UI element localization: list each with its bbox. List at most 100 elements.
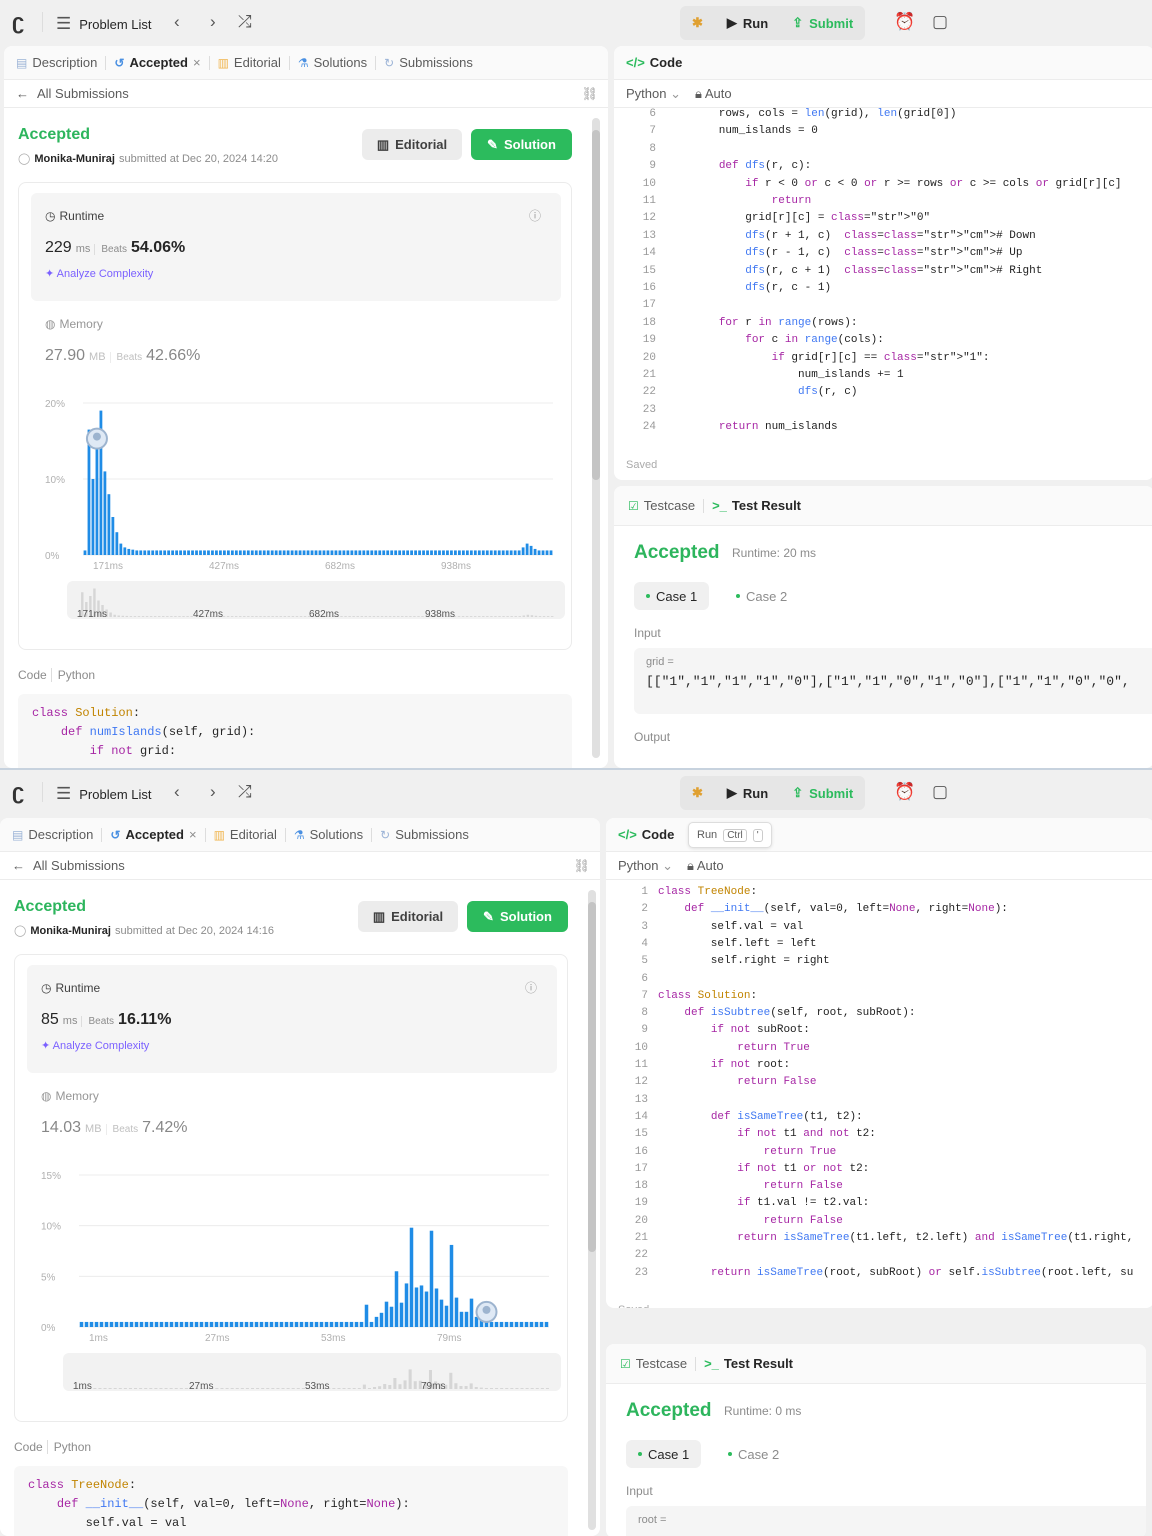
all-submissions-link[interactable]: ← All Submissions ⛓	[4, 80, 608, 108]
next-problem-chevron-icon[interactable]: ›	[210, 782, 216, 802]
histogram-bar[interactable]	[464, 1311, 469, 1327]
histogram-bar[interactable]	[354, 1321, 359, 1327]
histogram-bar[interactable]	[199, 1321, 204, 1327]
case-1-tab[interactable]: Case 1	[634, 582, 710, 610]
histogram-bar[interactable]	[219, 550, 222, 555]
left-scrollbar[interactable]	[588, 890, 596, 1530]
histogram-bar[interactable]	[539, 1321, 544, 1327]
histogram-bar[interactable]	[354, 550, 358, 555]
histogram-bar[interactable]	[334, 550, 338, 555]
histogram-bar[interactable]	[442, 550, 445, 555]
histogram-bar[interactable]	[529, 1321, 534, 1327]
histogram-bar[interactable]	[489, 1321, 494, 1327]
shuffle-icon[interactable]: ⤮	[238, 12, 252, 32]
histogram-bar[interactable]	[223, 550, 226, 555]
histogram-bar[interactable]	[234, 1321, 239, 1327]
histogram-bar[interactable]	[154, 1321, 159, 1327]
histogram-bar[interactable]	[79, 1321, 84, 1327]
histogram-bar[interactable]	[426, 550, 429, 555]
shuffle-icon[interactable]: ⤮	[238, 782, 252, 802]
histogram-bar[interactable]	[524, 1321, 529, 1327]
submitted-code[interactable]: class Solution: def numIslands(self, gri…	[18, 694, 572, 768]
histogram-bar[interactable]	[139, 550, 143, 555]
histogram-bar[interactable]	[461, 550, 465, 555]
histogram-bar[interactable]	[194, 1321, 199, 1327]
histogram-bar[interactable]	[114, 1321, 119, 1327]
histogram-bar[interactable]	[398, 550, 402, 555]
histogram-bar[interactable]	[207, 550, 210, 555]
tab-solutions[interactable]: ⚗ Solutions	[294, 827, 363, 842]
histogram-bar[interactable]	[89, 1321, 94, 1327]
tab-accepted[interactable]: ↺ Accepted ×	[114, 55, 200, 70]
histogram-bar[interactable]	[290, 550, 294, 555]
histogram-bar[interactable]	[386, 550, 390, 555]
username[interactable]: Monika-Muniraj	[34, 153, 115, 165]
histogram-bar[interactable]	[259, 1321, 264, 1327]
prev-problem-chevron-icon[interactable]: ‹	[174, 782, 180, 802]
avatar[interactable]: ◯	[18, 152, 30, 165]
histogram-bar[interactable]	[342, 550, 346, 555]
histogram-bar[interactable]	[434, 1288, 439, 1327]
alarm-clock-icon[interactable]: ⏰	[894, 12, 915, 32]
tab-editorial[interactable]: ▥ Editorial	[214, 827, 277, 842]
histogram-bar[interactable]	[384, 1301, 389, 1327]
histogram-bar[interactable]	[94, 1321, 99, 1327]
case-2-tab[interactable]: Case 2	[724, 582, 799, 610]
case-1-tab[interactable]: Case 1	[626, 1440, 702, 1468]
histogram-bar[interactable]	[529, 545, 533, 555]
editorial-button[interactable]: ▥ Editorial	[362, 129, 462, 160]
tab-testcase[interactable]: ☑ Testcase	[620, 1356, 687, 1371]
histogram-bar[interactable]	[549, 550, 553, 555]
histogram-bar[interactable]	[151, 550, 155, 555]
histogram-bar[interactable]	[366, 550, 370, 555]
leetcode-logo-icon[interactable]: ʗ	[12, 9, 24, 35]
histogram-bar[interactable]	[537, 550, 541, 555]
histogram-bar[interactable]	[409, 1227, 414, 1327]
histogram-bar[interactable]	[155, 550, 159, 555]
histogram-bar[interactable]	[374, 1316, 379, 1327]
histogram-bar[interactable]	[326, 550, 330, 555]
histogram-bar[interactable]	[203, 550, 206, 555]
histogram-bar[interactable]	[171, 550, 175, 555]
histogram-bar[interactable]	[359, 1321, 364, 1327]
username[interactable]: Monika-Muniraj	[30, 925, 111, 937]
next-problem-chevron-icon[interactable]: ›	[210, 12, 216, 32]
debug-icon[interactable]: ✱	[680, 776, 715, 810]
problem-list-button[interactable]: ☰ Problem List	[56, 784, 152, 804]
histogram-bar[interactable]	[119, 543, 123, 555]
histogram-bar[interactable]	[544, 1321, 549, 1327]
histogram-bar[interactable]	[238, 550, 242, 555]
histogram-bar[interactable]	[278, 550, 282, 555]
histogram-bar[interactable]	[289, 1321, 294, 1327]
histogram-bar[interactable]	[389, 1306, 394, 1327]
auto-indent-toggle[interactable]: 🔒︎ Auto	[695, 86, 732, 102]
histogram-bar[interactable]	[164, 1321, 169, 1327]
histogram-bar[interactable]	[230, 550, 234, 555]
histogram-bar[interactable]	[344, 1321, 349, 1327]
histogram-bar[interactable]	[264, 1321, 269, 1327]
histogram-bar[interactable]	[394, 550, 398, 555]
histogram-bar[interactable]	[131, 549, 135, 555]
histogram-bar[interactable]	[174, 1321, 179, 1327]
histogram-bar[interactable]	[95, 448, 99, 555]
histogram-bar[interactable]	[104, 1321, 109, 1327]
histogram-bar[interactable]	[330, 550, 334, 555]
histogram-bar[interactable]	[499, 1321, 504, 1327]
histogram-bar[interactable]	[469, 1298, 474, 1327]
histogram-bar[interactable]	[149, 1321, 154, 1327]
histogram-bar[interactable]	[338, 550, 342, 555]
histogram-bar[interactable]	[115, 532, 119, 555]
histogram-bar[interactable]	[350, 550, 354, 555]
input-value-box[interactable]: grid = [["1","1","1","1","0"],["1","1","…	[634, 648, 1152, 714]
histogram-bar[interactable]	[378, 550, 382, 555]
histogram-bar[interactable]	[545, 550, 549, 555]
histogram-bar[interactable]	[430, 550, 433, 555]
histogram-bar[interactable]	[215, 550, 218, 555]
histogram-bar[interactable]	[314, 1321, 319, 1327]
histogram-bar[interactable]	[374, 550, 378, 555]
histogram-bar[interactable]	[219, 1321, 224, 1327]
histogram-bar[interactable]	[509, 1321, 514, 1327]
histogram-bar[interactable]	[111, 517, 115, 555]
tab-submissions[interactable]: ↻ Submissions	[384, 55, 473, 70]
solution-button[interactable]: ✎ Solution	[471, 129, 572, 160]
